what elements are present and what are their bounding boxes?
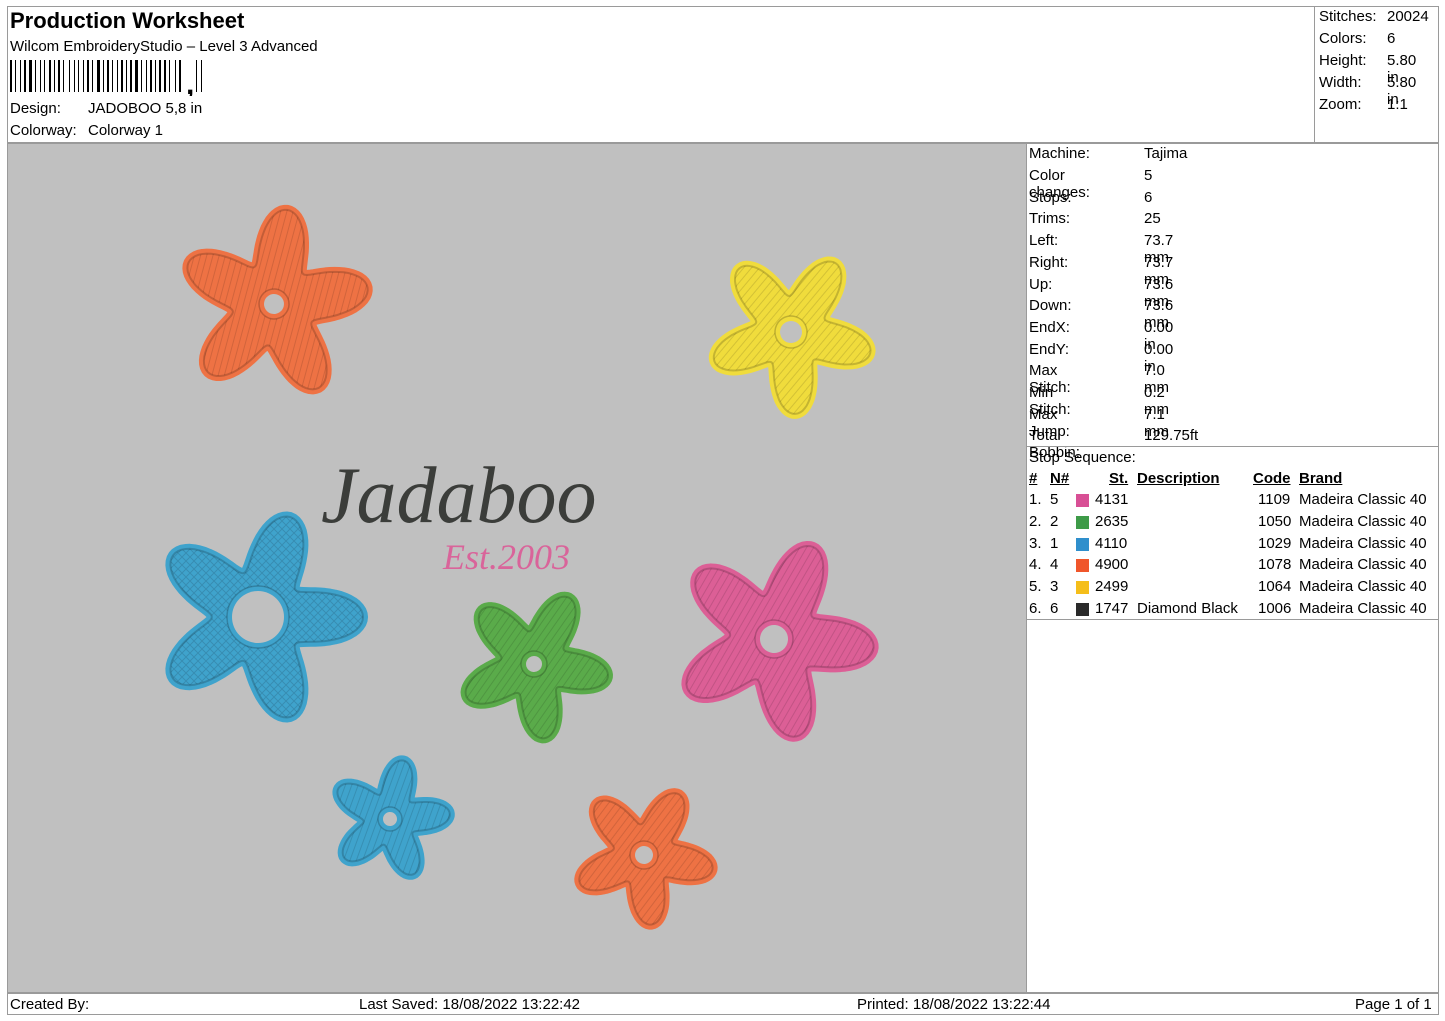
color-swatch [1076,559,1089,572]
colorway-value: Colorway 1 [88,122,164,139]
color-swatch [1076,538,1089,551]
row-code: 1078 [1258,556,1292,573]
color-swatch [1076,516,1089,529]
row-brand: Madeira Classic 40 [1299,600,1427,617]
embroidery-preview: Jadaboo Est.2003 [165,204,879,930]
col-code: Code [1253,470,1291,487]
flower-orange-small [574,788,718,930]
row-brand: Madeira Classic 40 [1299,491,1427,508]
col-n: N# [1050,470,1070,487]
flower-pink [681,540,879,742]
row-stitches: 2635 [1095,513,1129,530]
color-swatch [1076,603,1089,616]
row-stitches: 1747 [1095,600,1129,617]
row-description: Diamond Black [1137,600,1238,617]
row-stitches: 4110 [1095,535,1128,552]
row-brand: Madeira Classic 40 [1299,556,1427,573]
row-stitches: 4131 [1095,491,1129,508]
col-num: # [1029,470,1038,487]
row-n: 3 [1050,578,1059,595]
row-num: 2. [1029,513,1042,530]
divider [1027,446,1439,447]
flower-blue-small [332,755,455,880]
barcode: , [10,60,202,96]
design-label: Design: [10,100,61,117]
created-by: Created By: [10,996,90,1013]
colorway-label: Colorway: [10,122,77,139]
sequence-row: 1. 5 4131 1109 Madeira Classic 40 [1029,491,1439,513]
design-est-text: Est.2003 [442,537,570,577]
last-saved: Last Saved: 18/08/2022 13:22:42 [359,996,581,1013]
sequence-row: 4. 4 4900 1078 Madeira Classic 40 [1029,556,1439,578]
divider [1027,619,1439,620]
row-n: 2 [1050,513,1059,530]
flower-green [460,591,613,744]
worksheet-footer [7,993,1439,1015]
color-swatch [1076,581,1089,594]
flower-orange-large [182,204,373,395]
row-n: 4 [1050,556,1059,573]
sequence-row: 5. 3 2499 1064 Madeira Classic 40 [1029,578,1439,600]
row-code: 1006 [1258,600,1292,617]
row-n: 5 [1050,491,1059,508]
color-swatch [1076,494,1089,507]
flower-blue-large [165,511,368,723]
sequence-row: 3. 1 4110 1029 Madeira Classic 40 [1029,535,1439,557]
row-num: 1. [1029,491,1042,508]
col-description: Description [1137,470,1220,487]
printed-date: Printed: 18/08/2022 13:22:44 [857,996,1051,1013]
svg-text:,: , [186,68,194,96]
design-name-text: Jadaboo [321,452,597,540]
row-brand: Madeira Classic 40 [1299,535,1427,552]
row-code: 1064 [1258,578,1292,595]
col-brand: Brand [1299,470,1343,487]
row-num: 6. [1029,600,1042,617]
page-number: Page 1 of 1 [1355,996,1432,1013]
worksheet-title: Production Worksheet [10,8,245,33]
flower-yellow [708,256,876,419]
row-stitches: 4900 [1095,556,1129,573]
row-num: 3. [1029,535,1042,552]
stop-sequence-title: Stop Sequence: [1029,449,1136,466]
row-code: 1050 [1258,513,1292,530]
sequence-row: 2. 2 2635 1050 Madeira Classic 40 [1029,513,1439,535]
row-brand: Madeira Classic 40 [1299,513,1427,530]
row-brand: Madeira Classic 40 [1299,578,1427,595]
design-preview: Jadaboo Est.2003 [7,143,1027,993]
row-stitches: 2499 [1095,578,1129,595]
col-st: St. [1109,470,1129,487]
row-num: 4. [1029,556,1042,573]
row-n: 1 [1050,535,1059,552]
row-n: 6 [1050,600,1059,617]
software-name: Wilcom EmbroideryStudio – Level 3 Advanc… [10,38,318,55]
row-code: 1109 [1258,491,1291,508]
design-value: JADOBOO 5,8 in [88,100,203,117]
row-code: 1029 [1258,535,1292,552]
row-num: 5. [1029,578,1042,595]
